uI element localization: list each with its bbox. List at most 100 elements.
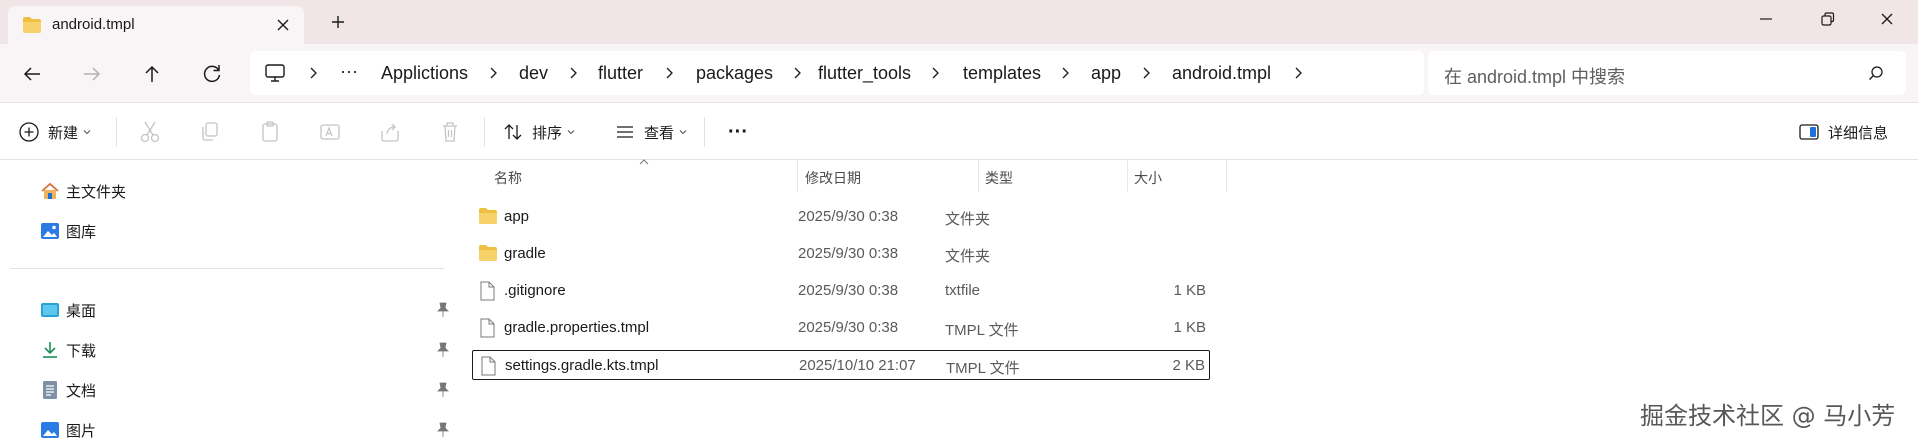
- file-type: 文件夹: [945, 248, 991, 265]
- sidebar-item-gallery[interactable]: 图库: [40, 216, 96, 246]
- chevron-right-icon[interactable]: [486, 65, 500, 81]
- sidebar-item-documents[interactable]: 文档: [40, 375, 96, 405]
- computer-icon[interactable]: [264, 63, 286, 83]
- breadcrumb-item[interactable]: android.tmpl: [1172, 63, 1271, 84]
- command-bar: 新建 排序 查看 ··· 详细信息: [0, 102, 1918, 160]
- sidebar-item-pictures[interactable]: 图片: [40, 415, 96, 441]
- column-divider[interactable]: [1127, 160, 1128, 192]
- back-icon[interactable]: [18, 60, 46, 88]
- file-name: .gitignore: [504, 282, 566, 299]
- breadcrumb-item[interactable]: Applictions: [381, 63, 468, 84]
- chevron-right-icon[interactable]: [928, 65, 942, 81]
- sidebar-item-home[interactable]: 主文件夹: [40, 176, 126, 206]
- breadcrumb-item[interactable]: dev: [519, 63, 548, 84]
- pin-icon[interactable]: [436, 342, 450, 358]
- navigation-pane: 主文件夹 图库 桌面 下载 文档 图片: [0, 160, 460, 441]
- file-type: TMPL 文件: [946, 360, 1020, 377]
- cut-icon[interactable]: [138, 117, 162, 147]
- breadcrumb-item[interactable]: flutter: [598, 63, 643, 84]
- pin-icon[interactable]: [436, 302, 450, 318]
- breadcrumb-item[interactable]: flutter_tools: [818, 63, 911, 84]
- pin-icon[interactable]: [436, 382, 450, 398]
- breadcrumb-item[interactable]: app: [1091, 63, 1121, 84]
- pictures-icon: [41, 422, 59, 438]
- file-size: 1 KB: [1173, 282, 1206, 299]
- search-input[interactable]: 在 android.tmpl 中搜索: [1444, 63, 1625, 89]
- file-name: gradle: [504, 245, 546, 262]
- tab-android-tmpl[interactable]: android.tmpl: [8, 6, 304, 44]
- breadcrumb-item[interactable]: templates: [963, 63, 1041, 84]
- chevron-right-icon[interactable]: [306, 65, 320, 81]
- column-header-type[interactable]: 类型: [985, 168, 1013, 188]
- minimize-icon[interactable]: [1753, 6, 1779, 32]
- documents-icon: [43, 381, 57, 399]
- copy-icon[interactable]: [198, 117, 222, 147]
- refresh-icon[interactable]: [198, 60, 226, 88]
- file-modified: 2025/10/10 21:07: [799, 357, 916, 374]
- file-row[interactable]: .gitignore 2025/9/30 0:38 txtfile 1 KB: [472, 276, 1210, 306]
- address-bar[interactable]: ··· Applictions dev flutter packages flu…: [250, 51, 1424, 95]
- forward-icon[interactable]: [78, 60, 106, 88]
- chevron-right-icon[interactable]: [1058, 65, 1072, 81]
- file-type: TMPL 文件: [945, 322, 1019, 339]
- sort-ascending-icon[interactable]: [638, 158, 650, 166]
- paste-icon[interactable]: [258, 117, 282, 147]
- file-row[interactable]: app 2025/9/30 0:38 文件夹: [472, 202, 1210, 232]
- chevron-right-icon[interactable]: [790, 65, 804, 81]
- share-icon[interactable]: [378, 117, 402, 147]
- rename-icon[interactable]: [318, 117, 342, 147]
- chevron-right-icon[interactable]: [566, 65, 580, 81]
- sidebar-divider: [10, 268, 444, 269]
- close-window-icon[interactable]: [1874, 6, 1900, 32]
- tab-title: android.tmpl: [52, 16, 135, 33]
- folder-icon: [479, 208, 497, 224]
- close-tab-icon[interactable]: [272, 14, 294, 36]
- sidebar-item-label: 下载: [66, 342, 97, 360]
- search-box[interactable]: 在 android.tmpl 中搜索: [1428, 51, 1906, 95]
- column-divider[interactable]: [978, 160, 979, 192]
- column-header-modified[interactable]: 修改日期: [805, 168, 861, 188]
- file-name: gradle.properties.tmpl: [504, 319, 650, 336]
- sidebar-item-desktop[interactable]: 桌面: [40, 295, 96, 325]
- file-row[interactable]: gradle 2025/9/30 0:38 文件夹: [472, 239, 1210, 269]
- new-tab-icon[interactable]: [326, 10, 350, 34]
- restore-icon[interactable]: [1814, 6, 1840, 32]
- up-icon[interactable]: [138, 60, 166, 88]
- toolbar-divider: [116, 117, 117, 147]
- more-icon: ···: [728, 120, 748, 143]
- sort-button[interactable]: 排序: [502, 117, 576, 147]
- view-icon: [617, 126, 633, 138]
- gallery-icon: [41, 223, 59, 239]
- chevron-down-icon: [83, 130, 91, 135]
- pin-icon[interactable]: [436, 422, 450, 438]
- file-row-selected[interactable]: settings.gradle.kts.tmpl 2025/10/10 21:0…: [472, 350, 1210, 380]
- new-button[interactable]: 新建: [18, 117, 92, 147]
- sidebar-item-label: 桌面: [66, 302, 97, 320]
- file-type: 文件夹: [945, 211, 991, 228]
- column-header-size[interactable]: 大小: [1134, 168, 1162, 188]
- sidebar-item-label: 图片: [66, 422, 97, 440]
- chevron-right-icon[interactable]: [662, 65, 676, 81]
- desktop-icon: [41, 303, 59, 317]
- more-options-button[interactable]: ···: [728, 117, 748, 147]
- chevron-down-icon: [679, 130, 687, 135]
- title-bar: android.tmpl: [0, 0, 1918, 44]
- sidebar-item-downloads[interactable]: 下载: [40, 335, 96, 365]
- breadcrumb-item[interactable]: packages: [696, 63, 773, 84]
- details-label: 详细信息: [1828, 124, 1889, 142]
- file-size: 1 KB: [1173, 319, 1206, 336]
- column-header-name[interactable]: 名称: [494, 168, 522, 188]
- details-pane-button[interactable]: 详细信息: [1798, 117, 1888, 147]
- chevron-right-icon[interactable]: [1291, 65, 1305, 81]
- file-row[interactable]: gradle.properties.tmpl 2025/9/30 0:38 TM…: [472, 313, 1210, 343]
- column-divider[interactable]: [797, 160, 798, 192]
- column-divider[interactable]: [1226, 160, 1227, 192]
- chevron-right-icon[interactable]: [1139, 65, 1153, 81]
- breadcrumb-more[interactable]: ···: [340, 61, 358, 82]
- view-button[interactable]: 查看: [614, 117, 688, 147]
- toolbar-divider: [484, 117, 485, 147]
- delete-icon[interactable]: [438, 117, 462, 147]
- details-pane-icon: [1799, 124, 1819, 140]
- file-type: txtfile: [945, 282, 981, 299]
- search-icon[interactable]: [1868, 65, 1884, 81]
